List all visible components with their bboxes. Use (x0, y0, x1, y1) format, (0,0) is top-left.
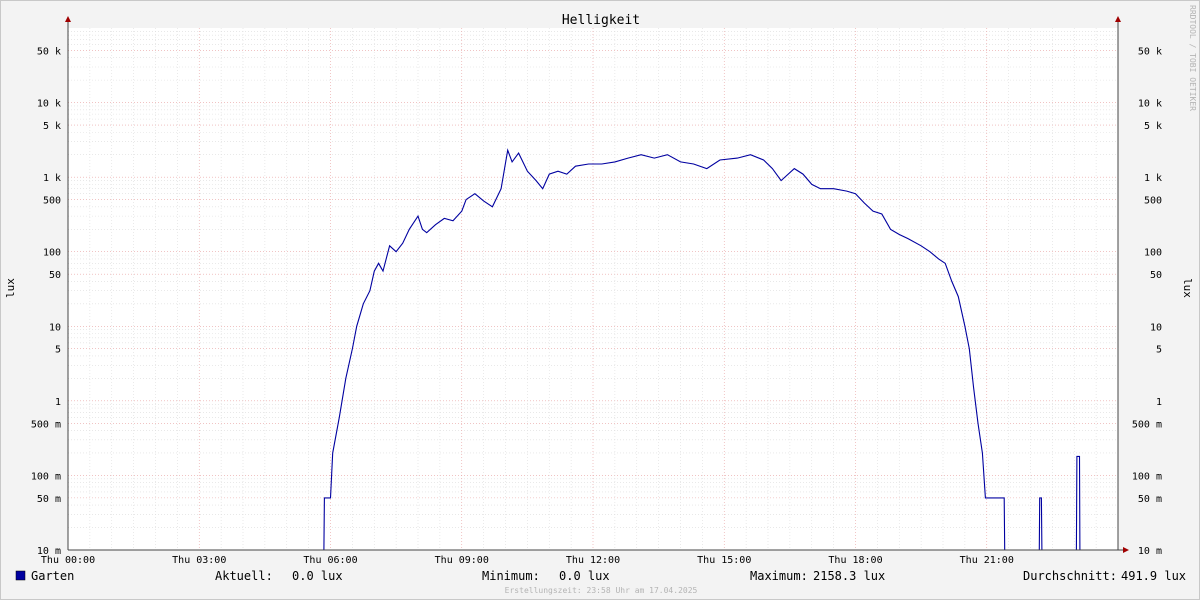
y-tick-label-right: 5 (1156, 345, 1162, 356)
y-tick-label-right: 5 k (1144, 121, 1162, 132)
y-ticks-right: 10 m 50 m 100 m 500 m 1 5 10 50 100 500 1 k 5 k 10 k… (1132, 46, 1162, 557)
y-tick-label-left: 50 m (37, 494, 61, 505)
y-tick-label-left: 10 k (37, 99, 61, 110)
stat-max-value: 2158.3 lux (813, 569, 885, 583)
y-tick-label-right: 10 (1150, 322, 1162, 333)
y-tick-label-right: 100 (1144, 248, 1162, 259)
y-tick-label-left: 1 k (43, 173, 61, 184)
y-tick-label-right: 1 k (1144, 173, 1162, 184)
y-tick-label-right: 1 (1156, 397, 1162, 408)
x-tick-label: Thu 18:00 (828, 555, 882, 566)
x-tick-label: Thu 06:00 (303, 555, 357, 566)
x-tick-label: Thu 12:00 (566, 555, 620, 566)
chart-title: Helligkeit (562, 13, 640, 28)
y-tick-label-right: 50 m (1138, 494, 1162, 505)
y-tick-label-right: 50 k (1138, 46, 1162, 57)
y-tick-label-left: 500 m (31, 419, 61, 430)
footer-timestamp: Erstellungszeit: 23:58 Uhr am 17.04.2025 (505, 586, 698, 595)
y-tick-label-left: 10 (49, 322, 61, 333)
x-tick-label: Thu 03:00 (172, 555, 226, 566)
x-tick-label: Thu 00:00 (41, 555, 95, 566)
x-tick-label: Thu 09:00 (435, 555, 489, 566)
y-axis-label-right: lux (1181, 278, 1194, 298)
x-axis-arrow (1123, 547, 1129, 553)
stat-avg-label: Durchschnitt: (1023, 569, 1117, 583)
y-tick-label-right: 10 k (1138, 99, 1162, 110)
rrdtool-watermark: RRDTOOL / TOBI OETIKER (1188, 5, 1197, 111)
chart-frame: Helligkeit RRDTOOL / TOBI OETIKER lux lu… (0, 0, 1200, 600)
y-tick-label-right: 50 (1150, 270, 1162, 281)
y-tick-label-right: 500 (1144, 196, 1162, 207)
y-tick-label-left: 100 (43, 248, 61, 259)
stat-min-value: 0.0 lux (559, 569, 610, 583)
y-axis-arrow-left (65, 16, 71, 22)
stat-avg-value: 491.9 lux (1121, 569, 1186, 583)
y-tick-label-right: 10 m (1138, 546, 1162, 557)
y-tick-label-left: 50 (49, 270, 61, 281)
x-ticks: Thu 00:00 Thu 03:00 Thu 06:00 Thu 09:00 Thu … (41, 555, 1014, 566)
y-tick-label-right: 500 m (1132, 419, 1162, 430)
y-tick-label-left: 1 (55, 397, 61, 408)
stat-current-value: 0.0 lux (292, 569, 343, 583)
y-tick-label-left: 5 k (43, 121, 61, 132)
stat-min-label: Minimum: (482, 569, 540, 583)
y-tick-label-left: 100 m (31, 471, 61, 482)
y-tick-label-right: 100 m (1132, 471, 1162, 482)
legend-label-garten: Garten (31, 569, 74, 583)
y-ticks-left: 10 m50 m100 m500 m1510501005001 k5 k10 k… (31, 46, 61, 557)
y-axis-arrow-right (1115, 16, 1121, 22)
stat-current-label: Aktuell: (215, 569, 273, 583)
brightness-chart: Helligkeit RRDTOOL / TOBI OETIKER lux lu… (4, 5, 1197, 595)
x-tick-label: Thu 15:00 (697, 555, 751, 566)
legend-swatch-garten (15, 570, 26, 581)
stat-max-label: Maximum: (750, 569, 808, 583)
y-axis-label-left: lux (4, 278, 17, 298)
x-tick-label: Thu 21:00 (960, 555, 1014, 566)
y-tick-label-left: 500 (43, 196, 61, 207)
y-tick-label-left: 50 k (37, 46, 61, 57)
y-tick-label-left: 5 (55, 345, 61, 356)
